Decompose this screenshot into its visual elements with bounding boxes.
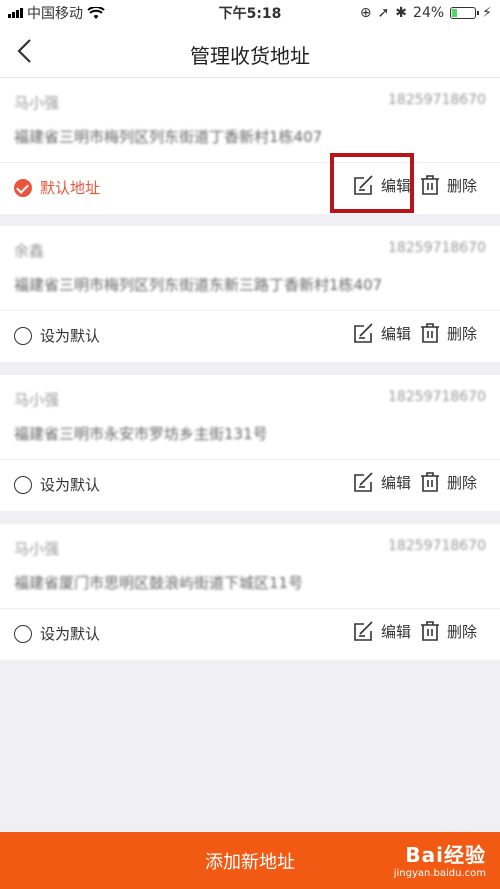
trash-icon bbox=[421, 621, 439, 641]
trash-icon bbox=[421, 175, 439, 195]
edit-icon bbox=[354, 472, 373, 492]
set-default-toggle[interactable]: 设为默认 bbox=[14, 623, 100, 644]
delete-button[interactable]: 删除 bbox=[418, 321, 477, 345]
default-label: 默认地址 bbox=[40, 179, 101, 197]
edit-button[interactable]: 编辑 bbox=[352, 470, 411, 494]
battery-icon bbox=[450, 7, 480, 19]
recipient-name: 余鑫 bbox=[14, 242, 45, 260]
recipient-address: 福建省厦门市思明区鼓浪屿街道下城区11号 bbox=[14, 574, 304, 592]
location-icon: ➚ bbox=[377, 5, 390, 21]
card-actions: 设为默认 编辑 删除 bbox=[0, 460, 500, 510]
edit-button[interactable]: 编辑 bbox=[352, 619, 411, 643]
edit-label: 编辑 bbox=[381, 473, 412, 492]
recipient-phone: 18259718670 bbox=[388, 538, 486, 554]
address-card: 马小强 18259718670 福建省三明市永安市罗坊乡主街131号 设为默认 … bbox=[0, 375, 500, 511]
watermark-logo: Bai经验 bbox=[405, 843, 486, 867]
edit-label: 编辑 bbox=[381, 622, 412, 641]
trash-icon bbox=[421, 472, 439, 492]
wifi-icon bbox=[87, 6, 105, 19]
edit-icon bbox=[354, 621, 373, 641]
delete-label: 删除 bbox=[447, 324, 478, 343]
add-address-label: 添加新地址 bbox=[205, 851, 295, 873]
recipient-name: 马小强 bbox=[14, 540, 60, 558]
delete-button[interactable]: 删除 bbox=[418, 470, 477, 494]
status-right: ⊕ ➚ ✱ 24% ⚡ bbox=[360, 5, 492, 21]
radio-circle-icon bbox=[14, 326, 32, 345]
radio-circle-icon bbox=[14, 624, 32, 643]
default-label: 设为默认 bbox=[40, 625, 101, 643]
recipient-name: 马小强 bbox=[14, 94, 60, 112]
page-title: 管理收货地址 bbox=[190, 44, 310, 68]
default-label: 设为默认 bbox=[40, 476, 101, 494]
address-card: 余鑫 18259718670 福建省三明市梅列区列东街道东新三路丁香新村1栋40… bbox=[0, 226, 500, 362]
recipient-name: 马小强 bbox=[14, 391, 60, 409]
address-card: 马小强 18259718670 福建省三明市梅列区列东街道丁香新村1栋407 默… bbox=[0, 78, 500, 214]
baidu-watermark: Bai经验 jingyan.baidu.com bbox=[394, 839, 486, 879]
status-left: 中国移动 bbox=[8, 3, 105, 23]
recipient-phone: 18259718670 bbox=[388, 240, 486, 256]
delete-label: 删除 bbox=[447, 473, 478, 492]
nav-bar: 管理收货地址 bbox=[0, 26, 500, 78]
delete-label: 删除 bbox=[447, 622, 478, 641]
recipient-phone: 18259718670 bbox=[388, 389, 486, 405]
delete-label: 删除 bbox=[447, 176, 478, 195]
highlight-annotation bbox=[330, 153, 414, 213]
charging-icon: ⚡ bbox=[482, 5, 492, 21]
recipient-address: 福建省三明市梅列区列东街道丁香新村1栋407 bbox=[14, 128, 323, 146]
default-label: 设为默认 bbox=[40, 327, 101, 345]
address-card: 马小强 18259718670 福建省厦门市思明区鼓浪屿街道下城区11号 设为默… bbox=[0, 524, 500, 660]
lock-rotation-icon: ⊕ bbox=[359, 5, 372, 21]
default-address-toggle[interactable]: 默认地址 bbox=[14, 177, 100, 198]
recipient-address: 福建省三明市梅列区列东街道东新三路丁香新村1栋407 bbox=[14, 276, 383, 294]
edit-icon bbox=[354, 323, 373, 343]
bluetooth-icon: ✱ bbox=[395, 5, 408, 21]
status-bar: 中国移动 下午5:18 ⊕ ➚ ✱ 24% ⚡ bbox=[0, 0, 500, 26]
edit-label: 编辑 bbox=[381, 324, 412, 343]
delete-button[interactable]: 删除 bbox=[418, 173, 477, 197]
watermark-url: jingyan.baidu.com bbox=[393, 868, 486, 879]
battery-percent: 24% bbox=[413, 5, 445, 21]
recipient-phone: 18259718670 bbox=[388, 92, 486, 108]
radio-circle-icon bbox=[14, 475, 32, 494]
add-address-button[interactable]: 添加新地址 Bai经验 jingyan.baidu.com bbox=[0, 832, 500, 889]
check-circle-icon bbox=[14, 178, 32, 197]
card-actions: 设为默认 编辑 删除 bbox=[0, 609, 500, 659]
carrier-label: 中国移动 bbox=[27, 6, 83, 22]
signal-icon bbox=[8, 8, 23, 18]
edit-button[interactable]: 编辑 bbox=[352, 321, 411, 345]
card-actions: 默认地址 编辑 删除 bbox=[0, 163, 500, 213]
delete-button[interactable]: 删除 bbox=[418, 619, 477, 643]
set-default-toggle[interactable]: 设为默认 bbox=[14, 325, 100, 346]
card-actions: 设为默认 编辑 删除 bbox=[0, 311, 500, 361]
set-default-toggle[interactable]: 设为默认 bbox=[14, 474, 100, 495]
trash-icon bbox=[421, 323, 439, 343]
recipient-address: 福建省三明市永安市罗坊乡主街131号 bbox=[14, 425, 268, 443]
